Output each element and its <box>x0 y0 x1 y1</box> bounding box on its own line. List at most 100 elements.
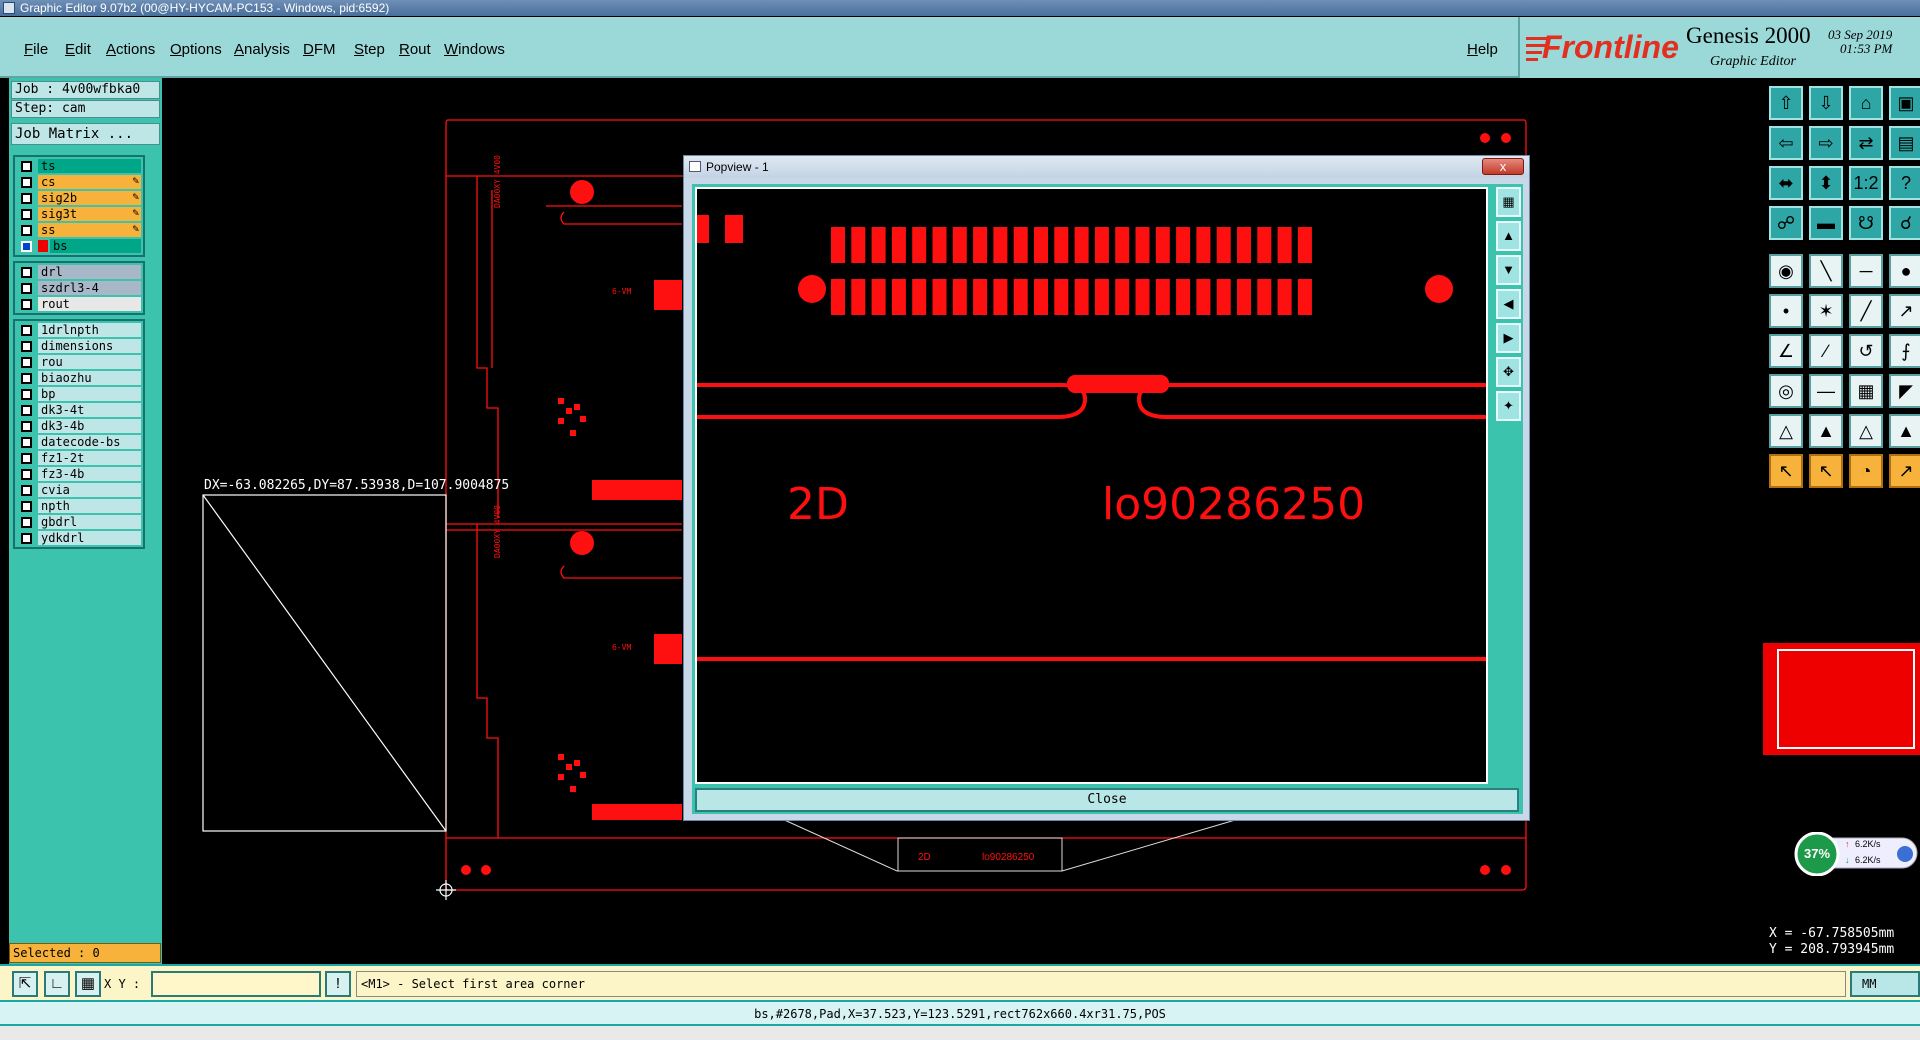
layer-row-fz1-2t[interactable]: fz1-2t <box>17 450 141 466</box>
tool-help-button[interactable]: ? <box>1889 166 1920 200</box>
popview-close-button[interactable]: Close <box>695 788 1519 812</box>
tool-clock-button[interactable]: ◔ <box>1849 454 1883 488</box>
menu-help[interactable]: Help <box>1467 41 1498 58</box>
layer-checkbox[interactable] <box>21 484 32 496</box>
tool-undo-button[interactable]: ↺ <box>1849 334 1883 368</box>
tool-select-button[interactable]: ◉ <box>1769 254 1803 288</box>
layer-name[interactable]: gbdrl <box>38 515 141 529</box>
layer-name[interactable]: dk3-4t <box>38 403 141 417</box>
layer-row-dk3-4t[interactable]: dk3-4t <box>17 402 141 418</box>
layer-checkbox[interactable] <box>21 282 32 294</box>
layer-name[interactable]: bp <box>38 387 141 401</box>
navigator-viewport[interactable] <box>1777 649 1915 749</box>
menu-options[interactable]: Options <box>170 41 222 58</box>
layer-checkbox[interactable] <box>21 468 32 480</box>
layer-row-npth[interactable]: npth <box>17 498 141 514</box>
tool-arc-button[interactable]: ↗ <box>1889 294 1920 328</box>
tool-bar-button[interactable]: ▬ <box>1809 206 1843 240</box>
layer-checkbox[interactable] <box>21 266 32 278</box>
job-matrix-button[interactable]: Job Matrix ... <box>11 123 160 145</box>
layer-name[interactable]: ydkdrl <box>38 531 141 545</box>
layer-name[interactable]: fz3-4b <box>38 467 141 481</box>
layer-row-rou[interactable]: rou <box>17 354 141 370</box>
layer-row-biaozhu[interactable]: biaozhu <box>17 370 141 386</box>
layer-row-1drlnpth[interactable]: 1drlnpth <box>17 322 141 338</box>
tool-pointer-alt-button[interactable]: ↖ <box>1809 454 1843 488</box>
layer-checkbox[interactable] <box>21 372 32 384</box>
tool-swap-button[interactable]: ⇄ <box>1849 126 1883 160</box>
tool-corner-button[interactable]: ◤ <box>1889 374 1920 408</box>
layer-row-szdrl3-4[interactable]: szdrl3-4 <box>17 280 141 296</box>
tool-hatch-button[interactable]: ▦ <box>1849 374 1883 408</box>
layer-name[interactable]: dimensions <box>38 339 141 353</box>
navigator-overview[interactable] <box>1763 643 1920 755</box>
layer-row-drl[interactable]: drl <box>17 264 141 280</box>
tool-slash-button[interactable]: ∕ <box>1809 334 1843 368</box>
tool-move-left-button[interactable]: ⇦ <box>1769 126 1803 160</box>
layer-name[interactable]: szdrl3-4 <box>38 281 141 295</box>
layer-name[interactable]: datecode-bs <box>38 435 141 449</box>
popview-tool-zoom-out[interactable]: ▼ <box>1496 255 1521 285</box>
tool-move-up-button[interactable]: ⇧ <box>1769 86 1803 120</box>
menu-rout[interactable]: Rout <box>399 41 431 58</box>
layer-name[interactable]: rout <box>38 297 141 311</box>
layer-checkbox[interactable] <box>21 208 32 220</box>
menu-actions[interactable]: Actions <box>106 41 155 58</box>
layer-checkbox[interactable] <box>21 192 32 204</box>
menu-file[interactable]: File <box>24 41 48 58</box>
layer-row-bs[interactable]: bs <box>17 238 141 254</box>
layer-name[interactable]: ts <box>38 159 141 173</box>
popview-tool-zoom-in[interactable]: ▲ <box>1496 221 1521 251</box>
tool-pad-button[interactable]: ● <box>1889 254 1920 288</box>
layer-checkbox[interactable] <box>21 436 32 448</box>
layer-row-sig2b[interactable]: sig2b <box>17 190 141 206</box>
tool-pointer-button[interactable]: ↖ <box>1769 454 1803 488</box>
snap-button[interactable]: ⇱ <box>12 971 38 997</box>
layer-checkbox[interactable] <box>21 240 32 252</box>
tool-rotate-button[interactable]: ☍ <box>1769 206 1803 240</box>
layer-name[interactable]: drl <box>38 265 141 279</box>
tool-triangle2-button[interactable]: △ <box>1849 414 1883 448</box>
tool-angle-button[interactable]: ∠ <box>1769 334 1803 368</box>
layer-name[interactable]: biaozhu <box>38 371 141 385</box>
menu-dfm[interactable]: DFM <box>303 41 336 58</box>
tool-triangle2-filled-button[interactable]: ▲ <box>1889 414 1920 448</box>
tool-dash-button[interactable]: — <box>1809 374 1843 408</box>
layer-checkbox[interactable] <box>21 500 32 512</box>
tool-move-down-button[interactable]: ⇩ <box>1809 86 1843 120</box>
layer-name[interactable]: sig3t <box>38 206 141 221</box>
popview-tool-pan-right[interactable]: ▶ <box>1496 323 1521 353</box>
layer-row-ydkdrl[interactable]: ydkdrl <box>17 530 141 546</box>
menu-analysis[interactable]: Analysis <box>234 41 290 58</box>
layer-checkbox[interactable] <box>21 452 32 464</box>
layer-name[interactable]: cs <box>38 174 141 189</box>
layer-row-dimensions[interactable]: dimensions <box>17 338 141 354</box>
layer-checkbox[interactable] <box>21 176 32 188</box>
layer-row-ts[interactable]: ts <box>17 158 141 174</box>
layer-name[interactable]: dk3-4b <box>38 419 141 433</box>
tool-star-button[interactable]: ✶ <box>1809 294 1843 328</box>
layer-name[interactable]: fz1-2t <box>38 451 141 465</box>
tool-frame-button[interactable]: ▣ <box>1889 86 1920 120</box>
menu-step[interactable]: Step <box>354 41 385 58</box>
popview-canvas[interactable]: 2D lo90286250 <box>695 187 1488 784</box>
popview-close-x-button[interactable]: x <box>1482 158 1524 175</box>
layer-row-fz3-4b[interactable]: fz3-4b <box>17 466 141 482</box>
layer-name[interactable]: npth <box>38 499 141 513</box>
layer-row-ss[interactable]: ss <box>17 222 141 238</box>
layer-checkbox[interactable] <box>21 388 32 400</box>
menu-windows[interactable]: Windows <box>444 41 505 58</box>
popview-titlebar[interactable]: Popview - 1 <box>684 156 1529 178</box>
tool-move-right-button[interactable]: ⇨ <box>1809 126 1843 160</box>
layer-checkbox[interactable] <box>21 298 32 310</box>
popview-tool-overview[interactable]: ▦ <box>1496 187 1521 217</box>
menu-edit[interactable]: Edit <box>65 41 91 58</box>
grid-button[interactable]: ▦ <box>75 971 101 997</box>
layer-row-dk3-4b[interactable]: dk3-4b <box>17 418 141 434</box>
tool-fit-vertical-button[interactable]: ⬌ <box>1769 166 1803 200</box>
tool-link-button[interactable]: ☋ <box>1849 206 1883 240</box>
layer-checkbox[interactable] <box>21 224 32 236</box>
layer-checkbox[interactable] <box>21 420 32 432</box>
layer-row-gbdrl[interactable]: gbdrl <box>17 514 141 530</box>
tool-home-button[interactable]: ⌂ <box>1849 86 1883 120</box>
